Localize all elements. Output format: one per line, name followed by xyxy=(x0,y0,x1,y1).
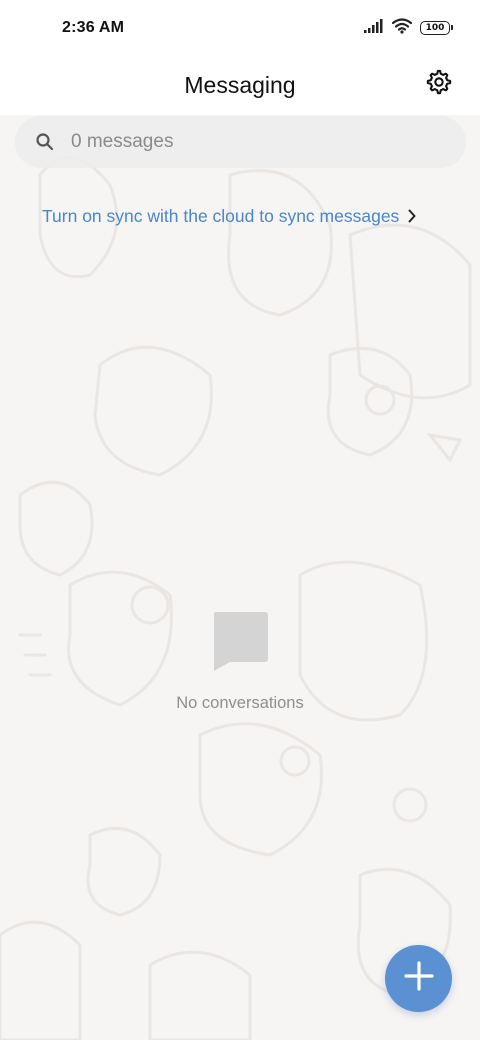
page-title: Messaging xyxy=(184,72,296,98)
status-icons: 100 xyxy=(364,17,453,39)
empty-state-text: No conversations xyxy=(176,694,304,712)
search-icon xyxy=(33,130,57,154)
wifi-icon xyxy=(391,17,413,39)
battery-icon: 100 xyxy=(420,21,453,35)
search-bar[interactable] xyxy=(15,116,466,168)
app-header: Messaging xyxy=(0,56,480,115)
sync-link-text: Turn on sync with the cloud to sync mess… xyxy=(42,205,400,226)
settings-button[interactable] xyxy=(422,67,456,101)
chat-bubble-icon xyxy=(210,610,270,672)
sync-cloud-link[interactable]: Turn on sync with the cloud to sync mess… xyxy=(42,202,452,230)
new-message-button[interactable] xyxy=(385,945,452,1012)
plus-icon xyxy=(403,960,435,997)
status-bar: 2:36 AM 100 xyxy=(0,0,480,56)
messaging-screen: 2:36 AM 100 Messaging 0 messages Turn on… xyxy=(0,0,480,1040)
gear-icon xyxy=(426,69,452,100)
status-time: 2:36 AM xyxy=(62,19,125,36)
empty-state: No conversations xyxy=(0,610,480,713)
chevron-right-icon xyxy=(407,209,417,223)
search-input[interactable] xyxy=(71,131,431,153)
signal-icon xyxy=(364,18,384,38)
background-illustration xyxy=(0,115,480,1040)
